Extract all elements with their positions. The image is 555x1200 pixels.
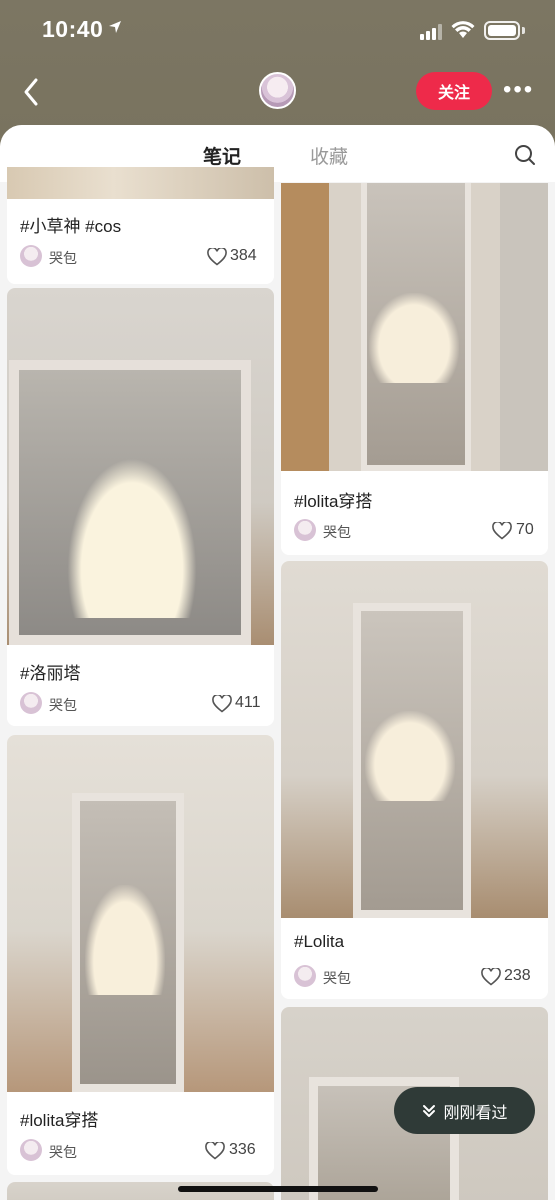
note-title: #小草神 #cos	[20, 217, 122, 236]
author-avatar	[20, 1139, 42, 1161]
battery-tip	[522, 27, 525, 34]
follow-button[interactable]: 关注	[416, 72, 492, 110]
note-card[interactable]: #洛丽塔 哭包 411	[7, 288, 274, 726]
dress-figure	[67, 458, 197, 618]
heart-icon[interactable]	[481, 968, 501, 986]
status-bar: 10:40	[0, 0, 555, 60]
note-title: #洛丽塔	[20, 664, 81, 683]
note-photo	[281, 183, 548, 471]
author-avatar	[294, 965, 316, 987]
heart-icon[interactable]	[205, 1142, 225, 1160]
author-avatar	[294, 519, 316, 541]
note-card[interactable]: #Lolita 哭包 238	[281, 561, 548, 999]
author-name: 哭包	[49, 250, 77, 266]
tab-notes[interactable]: 笔记	[203, 142, 241, 169]
signal-icon	[420, 24, 442, 40]
author-avatar	[20, 245, 42, 267]
tab-favorites[interactable]: 收藏	[310, 142, 348, 169]
author-name: 哭包	[323, 524, 351, 540]
dress-figure	[85, 885, 165, 995]
recently-viewed-button[interactable]: 刚刚看过	[394, 1087, 535, 1134]
author-name: 哭包	[49, 697, 77, 713]
heart-icon[interactable]	[207, 248, 227, 266]
note-card[interactable]: #lolita穿搭 哭包 336	[7, 735, 274, 1175]
author-avatar	[20, 692, 42, 714]
dress-figure	[369, 293, 459, 383]
note-photo	[7, 288, 274, 645]
like-count: 336	[229, 1141, 256, 1158]
like-count: 70	[516, 521, 534, 538]
note-title: #Lolita	[294, 932, 345, 951]
note-photo	[7, 735, 274, 1092]
like-count: 238	[504, 967, 531, 984]
profile-avatar[interactable]	[259, 72, 296, 109]
status-time: 10:40	[42, 16, 104, 42]
note-card[interactable]: #小草神 #cos 哭包 384	[7, 167, 274, 284]
location-arrow-icon	[109, 21, 121, 33]
note-card[interactable]: #lolita穿搭 哭包 70	[281, 183, 548, 555]
note-photo	[281, 561, 548, 918]
notes-sheet: 笔记 收藏 #小草神 #cos 哭包 384 #洛丽塔 哭包 411 #loli…	[0, 125, 555, 1200]
wifi-icon	[451, 21, 475, 38]
heart-icon[interactable]	[212, 695, 232, 713]
battery-icon	[484, 21, 520, 40]
dress-figure	[365, 711, 455, 801]
note-title: #lolita穿搭	[20, 1111, 99, 1130]
note-photo	[7, 167, 274, 199]
author-name: 哭包	[49, 1144, 77, 1160]
like-count: 411	[235, 694, 261, 711]
heart-icon[interactable]	[492, 522, 512, 540]
back-chevron-icon[interactable]	[20, 76, 44, 108]
note-title: #lolita穿搭	[294, 492, 373, 511]
more-options-icon[interactable]: •••	[503, 78, 534, 102]
home-indicator[interactable]	[178, 1186, 378, 1192]
double-chevron-down-icon	[423, 1104, 436, 1117]
author-name: 哭包	[323, 970, 351, 986]
search-icon[interactable]	[514, 144, 536, 166]
recently-viewed-label: 刚刚看过	[443, 1104, 508, 1122]
like-count: 384	[230, 247, 257, 264]
